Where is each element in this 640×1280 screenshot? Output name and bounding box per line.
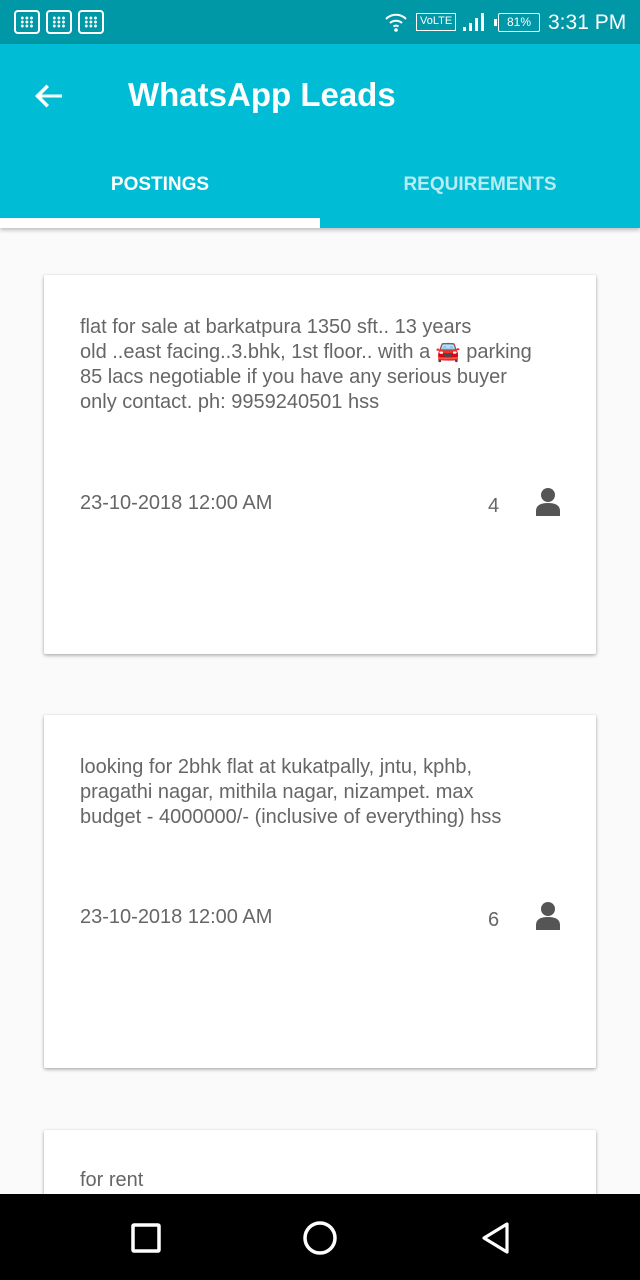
posting-text-line: old ..east facing..3.bhk, 1st floor.. wi…	[80, 341, 532, 363]
posting-text: flat for sale at barkatpura 1350 sft.. 1…	[80, 315, 570, 415]
arrow-back-icon[interactable]	[26, 72, 74, 120]
posting-card[interactable]: flat for sale at barkatpura 1350 sft.. 1…	[44, 275, 596, 654]
battery-icon: 81%	[494, 13, 540, 32]
wifi-icon	[385, 13, 407, 32]
home-circle-icon[interactable]	[296, 1214, 344, 1262]
signal-icon	[463, 13, 484, 31]
tab-indicator	[0, 218, 320, 228]
posting-text-line: pragathi nagar, mithila nagar, nizampet.…	[80, 781, 474, 803]
posting-card[interactable]: looking for 2bhk flat at kukatpally, jnt…	[44, 715, 596, 1068]
app-notification-icon	[14, 10, 40, 34]
contact-count: 4	[488, 495, 500, 517]
back-triangle-icon[interactable]	[472, 1214, 520, 1262]
posting-text-line: 85 lacs negotiable if you have any serio…	[80, 366, 507, 388]
posting-text-line: budget - 4000000/- (inclusive of everyth…	[80, 806, 502, 828]
screen: VoLTE 81% 3:31 PM WhatsApp Leads POSTING…	[0, 0, 640, 1280]
posting-date: 23-10-2018 12:00 AM	[80, 492, 273, 514]
posting-text-line: for rent	[80, 1169, 144, 1191]
navigation-bar	[0, 1194, 640, 1280]
person-icon	[536, 902, 560, 930]
clock: 3:31 PM	[548, 11, 627, 34]
person-icon	[536, 488, 560, 516]
recents-square-icon[interactable]	[122, 1214, 170, 1262]
posting-date: 23-10-2018 12:00 AM	[80, 906, 273, 928]
posting-text-line: flat for sale at barkatpura 1350 sft.. 1…	[80, 316, 472, 338]
posting-text: looking for 2bhk flat at kukatpally, jnt…	[80, 755, 570, 830]
contact-count: 6	[488, 909, 500, 931]
tab-postings[interactable]: POSTINGS	[0, 170, 320, 200]
status-bar: VoLTE 81% 3:31 PM	[0, 0, 640, 44]
volte-indicator: VoLTE	[416, 13, 457, 31]
page-title: WhatsApp Leads	[128, 76, 396, 113]
app-notification-icon	[78, 10, 104, 34]
posting-text: for rent	[80, 1168, 570, 1193]
app-notification-icon	[46, 10, 72, 34]
tab-requirements[interactable]: REQUIREMENTS	[320, 170, 640, 200]
app-bar: WhatsApp Leads POSTINGS REQUIREMENTS	[0, 44, 640, 228]
posting-text-line: only contact. ph: 9959240501 hss	[80, 391, 380, 413]
posting-text-line: looking for 2bhk flat at kukatpally, jnt…	[80, 756, 473, 778]
